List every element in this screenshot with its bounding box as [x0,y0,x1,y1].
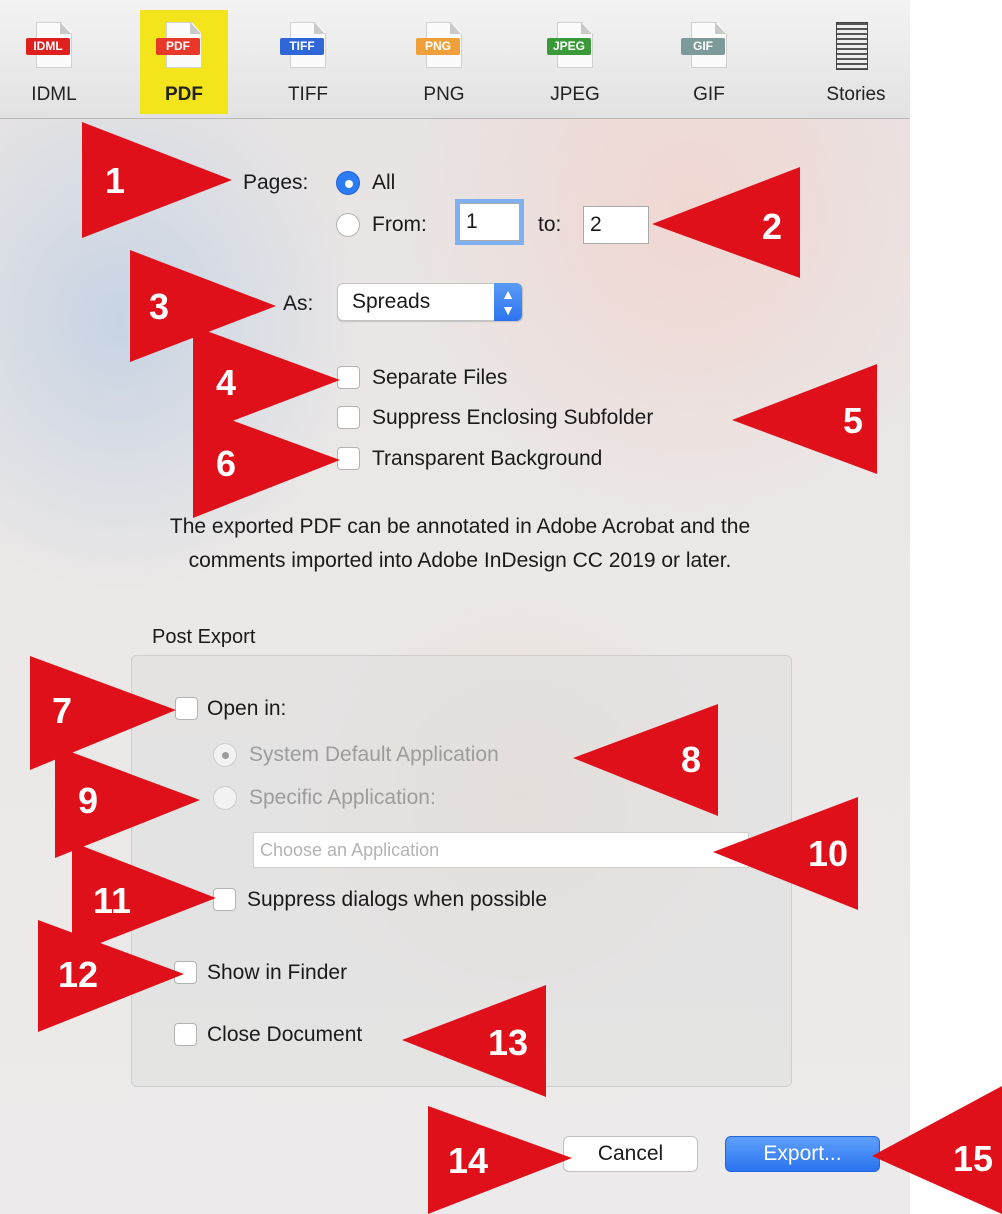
toolbar-item-png[interactable]: PNG PNG [400,10,488,114]
toolbar-label: PDF [165,84,203,105]
pages-to-field[interactable]: 2 [583,206,649,244]
idml-badge: IDML [26,38,70,55]
suppress-subfolder-checkbox[interactable] [337,406,360,429]
callout-number: 9 [77,780,99,821]
pdf-badge: PDF [156,38,200,55]
pages-all-radio[interactable] [336,171,360,195]
note-line: The exported PDF can be annotated in Ado… [169,515,751,538]
callout-number: 7 [51,690,73,731]
callout-number: 14 [447,1140,489,1181]
pages-label: Pages: [243,171,309,194]
callout-number: 11 [92,880,132,921]
toolbar-label: TIFF [287,84,329,105]
callout-number: 4 [215,362,237,403]
choose-application-field[interactable]: Choose an Application [253,832,749,868]
cancel-button[interactable]: Cancel [563,1136,698,1172]
toolbar-item-idml[interactable]: IDML IDML [10,10,98,114]
png-badge: PNG [416,38,460,55]
toolbar-label: GIF [693,84,725,105]
toolbar-item-pdf[interactable]: PDF PDF [140,10,228,114]
suppress-dialogs-checkbox[interactable] [213,888,236,911]
toolbar-item-jpeg[interactable]: JPEG JPEG [531,10,619,114]
gif-badge: GIF [681,38,725,55]
callout-number: 6 [215,443,237,484]
export-note: The exported PDF can be annotated in Ado… [60,510,860,578]
callout-number: 10 [807,833,849,874]
jpeg-badge: JPEG [547,38,591,55]
toolbar-label: Stories [826,84,886,105]
callout-number: 5 [842,400,864,441]
toolbar-item-gif[interactable]: GIF GIF [665,10,753,114]
system-default-label: System Default Application [249,743,499,766]
system-default-radio[interactable] [213,743,237,767]
pages-from-label: From: [372,213,427,236]
pages-from-radio[interactable] [336,213,360,237]
separate-files-checkbox[interactable] [337,366,360,389]
export-button[interactable]: Export... [725,1136,880,1172]
as-label: As: [283,292,314,315]
toolbar-label: JPEG [550,84,600,105]
close-document-label: Close Document [207,1023,363,1046]
separate-files-label: Separate Files [372,366,508,389]
toolbar-label: PNG [423,84,465,105]
callout-number: 13 [487,1022,529,1063]
callout-number: 12 [57,954,99,995]
specific-app-radio[interactable] [213,786,237,810]
callout-number: 15 [952,1138,994,1179]
note-line: comments imported into Adobe InDesign CC… [188,549,732,572]
suppress-dialogs-label: Suppress dialogs when possible [247,888,548,911]
post-export-title: Post Export [152,626,256,648]
text-document-icon [836,22,868,70]
callout-number: 2 [761,206,783,247]
as-select[interactable]: Spreads ▲ ▼ [337,283,523,321]
toolbar-item-tiff[interactable]: TIFF TIFF [264,10,352,114]
transparent-background-checkbox[interactable] [337,447,360,470]
open-in-checkbox[interactable] [175,697,198,720]
tiff-badge: TIFF [280,38,324,55]
format-toolbar: IDML IDML PDF PDF TIFF TIFF PNG PNG JPEG… [0,0,910,119]
callout-number: 3 [148,286,170,327]
close-document-checkbox[interactable] [174,1023,197,1046]
updown-arrows-icon: ▲ ▼ [494,283,522,321]
specific-app-label: Specific Application: [249,786,436,809]
pages-from-field[interactable]: 1 [455,199,524,245]
toolbar-label: IDML [31,84,77,105]
pages-all-label: All [372,171,396,194]
pages-to-label: to: [538,213,562,236]
open-in-label: Open in: [207,697,287,720]
callout-number: 1 [104,160,126,201]
show-in-finder-label: Show in Finder [207,961,348,984]
as-select-value: Spreads [352,290,431,313]
transparent-background-label: Transparent Background [372,447,603,470]
suppress-subfolder-label: Suppress Enclosing Subfolder [372,406,654,429]
toolbar-item-stories[interactable]: Stories [808,10,904,114]
callout-number: 8 [680,739,702,780]
